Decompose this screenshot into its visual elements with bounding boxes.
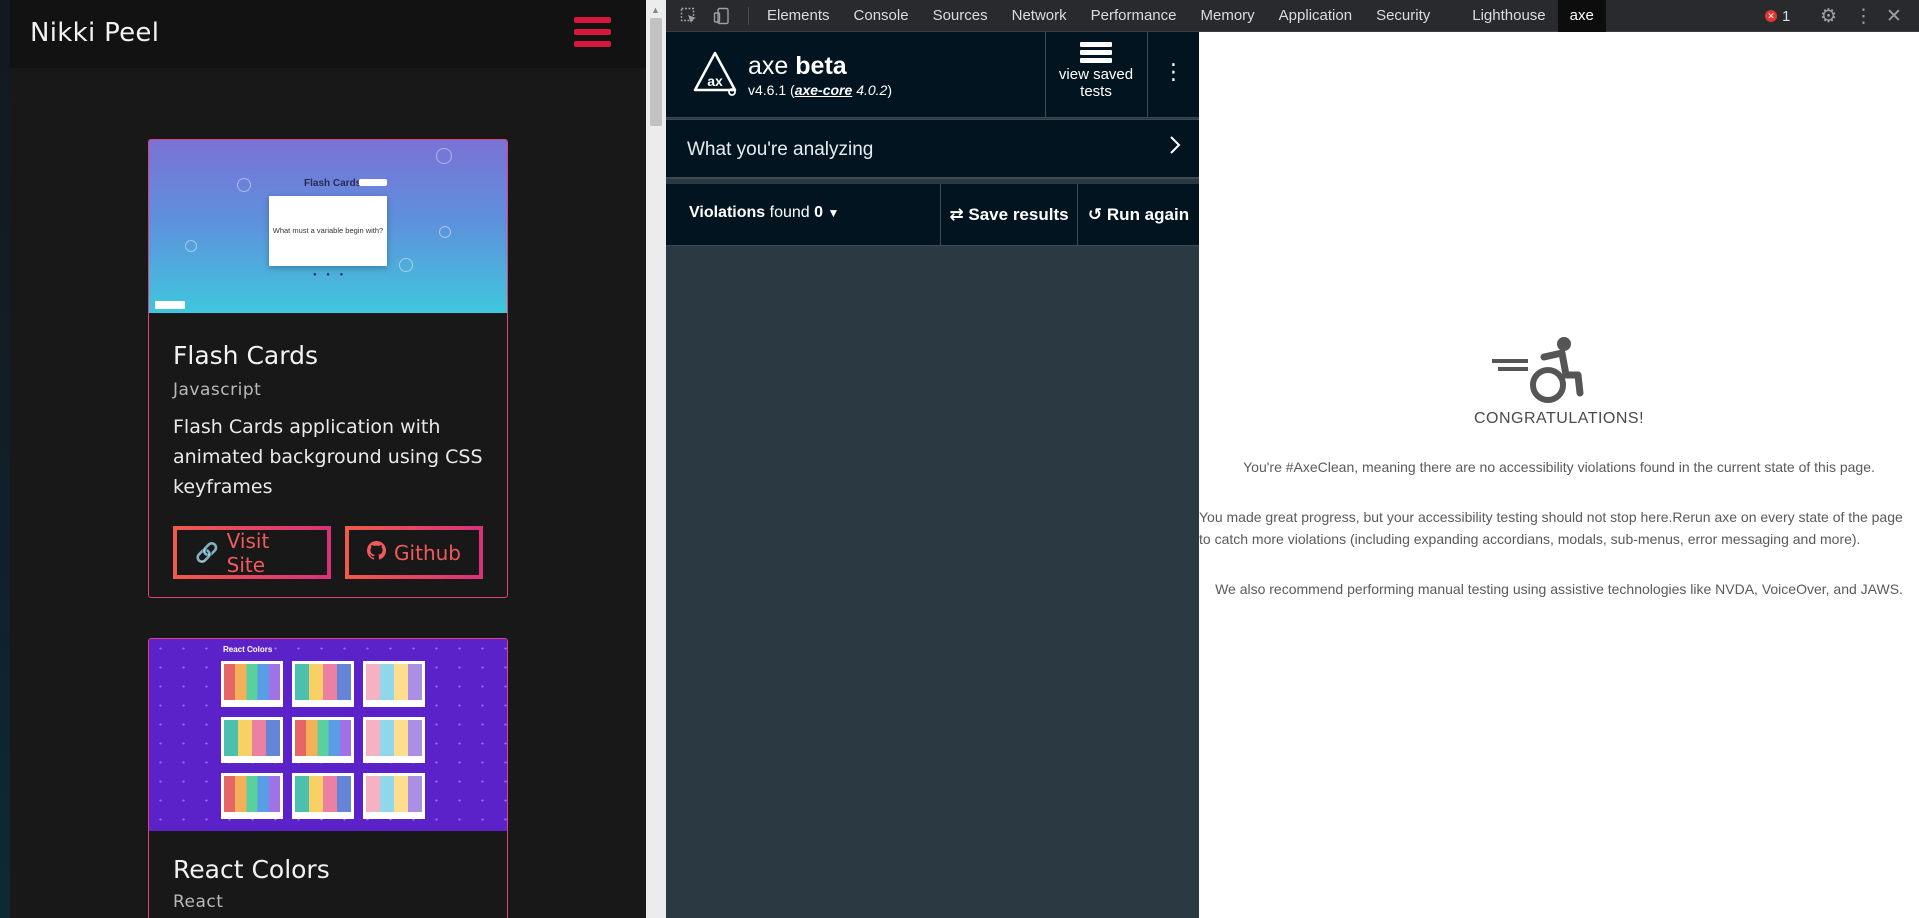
analyzing-label: What you're analyzing bbox=[687, 139, 874, 160]
site-brand[interactable]: Nikki Peel bbox=[30, 18, 159, 48]
tab-performance[interactable]: Performance bbox=[1079, 0, 1189, 32]
tab-sources[interactable]: Sources bbox=[921, 0, 1000, 32]
visit-site-button[interactable]: 🔗 Visit Site bbox=[173, 526, 332, 579]
run-again-label: Run again bbox=[1106, 205, 1190, 224]
project-thumbnail: Flash Cards What must a variable begin w… bbox=[149, 140, 507, 313]
toolbar-divider bbox=[748, 7, 749, 25]
page-scrollbar[interactable]: ▲ bbox=[646, 0, 666, 918]
axe-panel: ax axe beta v4.6.1 (axe-core 4.0.2) view… bbox=[666, 32, 1199, 918]
devtools-panel: Elements Console Sources Network Performance… bbox=[666, 0, 1919, 918]
error-counter[interactable]: ✕ 1 bbox=[1765, 0, 1790, 32]
project-language: React bbox=[173, 892, 224, 912]
run-again-button[interactable]: ↺ Run again bbox=[1077, 184, 1199, 246]
thumbnail-pager: ● ● ● bbox=[313, 272, 348, 278]
found-label: found bbox=[769, 204, 810, 221]
error-count: 1 bbox=[1782, 7, 1791, 25]
tab-network[interactable]: Network bbox=[1000, 0, 1079, 32]
axe-product-name: axe beta bbox=[748, 52, 847, 81]
accessibility-icon bbox=[1492, 337, 1584, 403]
tab-memory[interactable]: Memory bbox=[1189, 0, 1267, 32]
error-icon: ✕ bbox=[1765, 10, 1777, 22]
results-toolbar: Violations found 0 ▼ ⇄ Save results ↺ Ru… bbox=[666, 184, 1199, 246]
scroll-up-arrow-icon[interactable]: ▲ bbox=[651, 5, 660, 15]
violations-label: Violations bbox=[689, 204, 766, 221]
settings-gear-icon[interactable]: ⚙ bbox=[1820, 0, 1837, 32]
tab-elements[interactable]: Elements bbox=[755, 0, 842, 32]
project-language: Javascript bbox=[173, 380, 262, 400]
thumbnail-tag bbox=[155, 301, 185, 309]
caret-down-icon: ▼ bbox=[827, 206, 840, 220]
page-edge bbox=[0, 0, 10, 918]
more-options-icon[interactable]: ⋮ bbox=[1854, 0, 1873, 32]
congratulations-heading: CONGRATULATIONS! bbox=[1473, 410, 1645, 427]
project-thumbnail: React Colors bbox=[149, 639, 507, 831]
thumbnail-title: Flash Cards bbox=[304, 178, 362, 189]
thumbnail-badge bbox=[359, 179, 387, 186]
tab-axe[interactable]: axe bbox=[1557, 0, 1606, 32]
thumbnail-question: What must a variable begin with? bbox=[272, 226, 384, 235]
project-card-react-colors: React Colors React Colors React bbox=[148, 638, 508, 918]
manual-testing-message: We also recommend performing manual test… bbox=[1215, 581, 1903, 597]
project-description: Flash Cards application with animated ba… bbox=[173, 416, 483, 498]
save-results-button[interactable]: ⇄ Save results bbox=[940, 184, 1077, 246]
devtools-toolbar: Elements Console Sources Network Performance… bbox=[666, 0, 1919, 32]
saved-tests-label-line1: view saved bbox=[1058, 66, 1134, 83]
list-icon bbox=[1080, 42, 1112, 63]
view-saved-tests-label: view saved tests bbox=[1046, 66, 1146, 100]
project-card-flash-cards: Flash Cards What must a variable begin w… bbox=[148, 139, 508, 598]
saved-tests-label-line2: tests bbox=[1080, 83, 1112, 100]
axe-core-version: 4.0.2 bbox=[856, 82, 888, 98]
axe-version: v4.6.1 (axe-core 4.0.2) bbox=[748, 82, 892, 98]
github-button[interactable]: Github bbox=[345, 526, 483, 579]
project-title: Flash Cards bbox=[173, 341, 318, 370]
website-viewport: Nikki Peel Flash Cards What must a varia… bbox=[0, 0, 646, 918]
results-pane: CONGRATULATIONS! You're #AxeClean, meani… bbox=[1199, 32, 1919, 918]
inspect-element-icon[interactable] bbox=[680, 7, 698, 30]
violations-count: 0 bbox=[814, 204, 824, 221]
project-title: React Colors bbox=[173, 855, 330, 884]
view-saved-tests-button[interactable]: view saved tests bbox=[1045, 32, 1146, 118]
hamburger-menu-icon[interactable] bbox=[574, 17, 611, 52]
device-toolbar-icon[interactable] bbox=[713, 7, 731, 30]
thumbnail-palette-grid bbox=[221, 661, 425, 819]
svg-text:ax: ax bbox=[707, 73, 723, 89]
github-label: Github bbox=[394, 540, 461, 565]
progress-message: You made great progress, but your access… bbox=[1199, 509, 1903, 547]
swap-icon: ⇄ bbox=[949, 205, 964, 224]
visit-site-label: Visit Site bbox=[226, 528, 270, 577]
site-navbar: Nikki Peel bbox=[10, 0, 646, 68]
devtools-tabs: Elements Console Sources Network Performance… bbox=[755, 0, 1606, 32]
chevron-right-icon bbox=[1168, 134, 1182, 163]
save-results-label: Save results bbox=[968, 205, 1069, 224]
tab-console[interactable]: Console bbox=[842, 0, 921, 32]
axe-logo-icon: ax bbox=[693, 51, 737, 96]
tab-lighthouse[interactable]: Lighthouse bbox=[1460, 0, 1557, 32]
close-devtools-icon[interactable]: ✕ bbox=[1886, 0, 1902, 32]
link-icon: 🔗 bbox=[195, 542, 219, 564]
thumbnail-title: React Colors bbox=[223, 645, 273, 654]
tab-security[interactable]: Security bbox=[1364, 0, 1442, 32]
refresh-icon: ↺ bbox=[1087, 205, 1103, 224]
thumbnail-flash-card: What must a variable begin with? bbox=[269, 196, 387, 266]
axe-header: ax axe beta v4.6.1 (axe-core 4.0.2) view… bbox=[666, 32, 1199, 118]
screen: Nikki Peel Flash Cards What must a varia… bbox=[0, 0, 1919, 918]
violations-dropdown[interactable]: Violations found 0 ▼ bbox=[689, 204, 839, 222]
axe-core-link[interactable]: axe-core bbox=[795, 82, 853, 98]
extension-version: v4.6.1 bbox=[748, 82, 787, 98]
github-icon bbox=[367, 540, 387, 565]
scrollbar-thumb[interactable] bbox=[650, 18, 662, 126]
axe-menu-icon[interactable]: ⋮ bbox=[1147, 32, 1199, 118]
axe-beta-label: beta bbox=[795, 52, 847, 80]
axe-clean-message: You're #AxeClean, meaning there are no a… bbox=[1243, 459, 1875, 475]
tab-application[interactable]: Application bbox=[1267, 0, 1364, 32]
axe-name: axe bbox=[748, 52, 789, 80]
what-youre-analyzing-row[interactable]: What you're analyzing bbox=[666, 119, 1199, 179]
